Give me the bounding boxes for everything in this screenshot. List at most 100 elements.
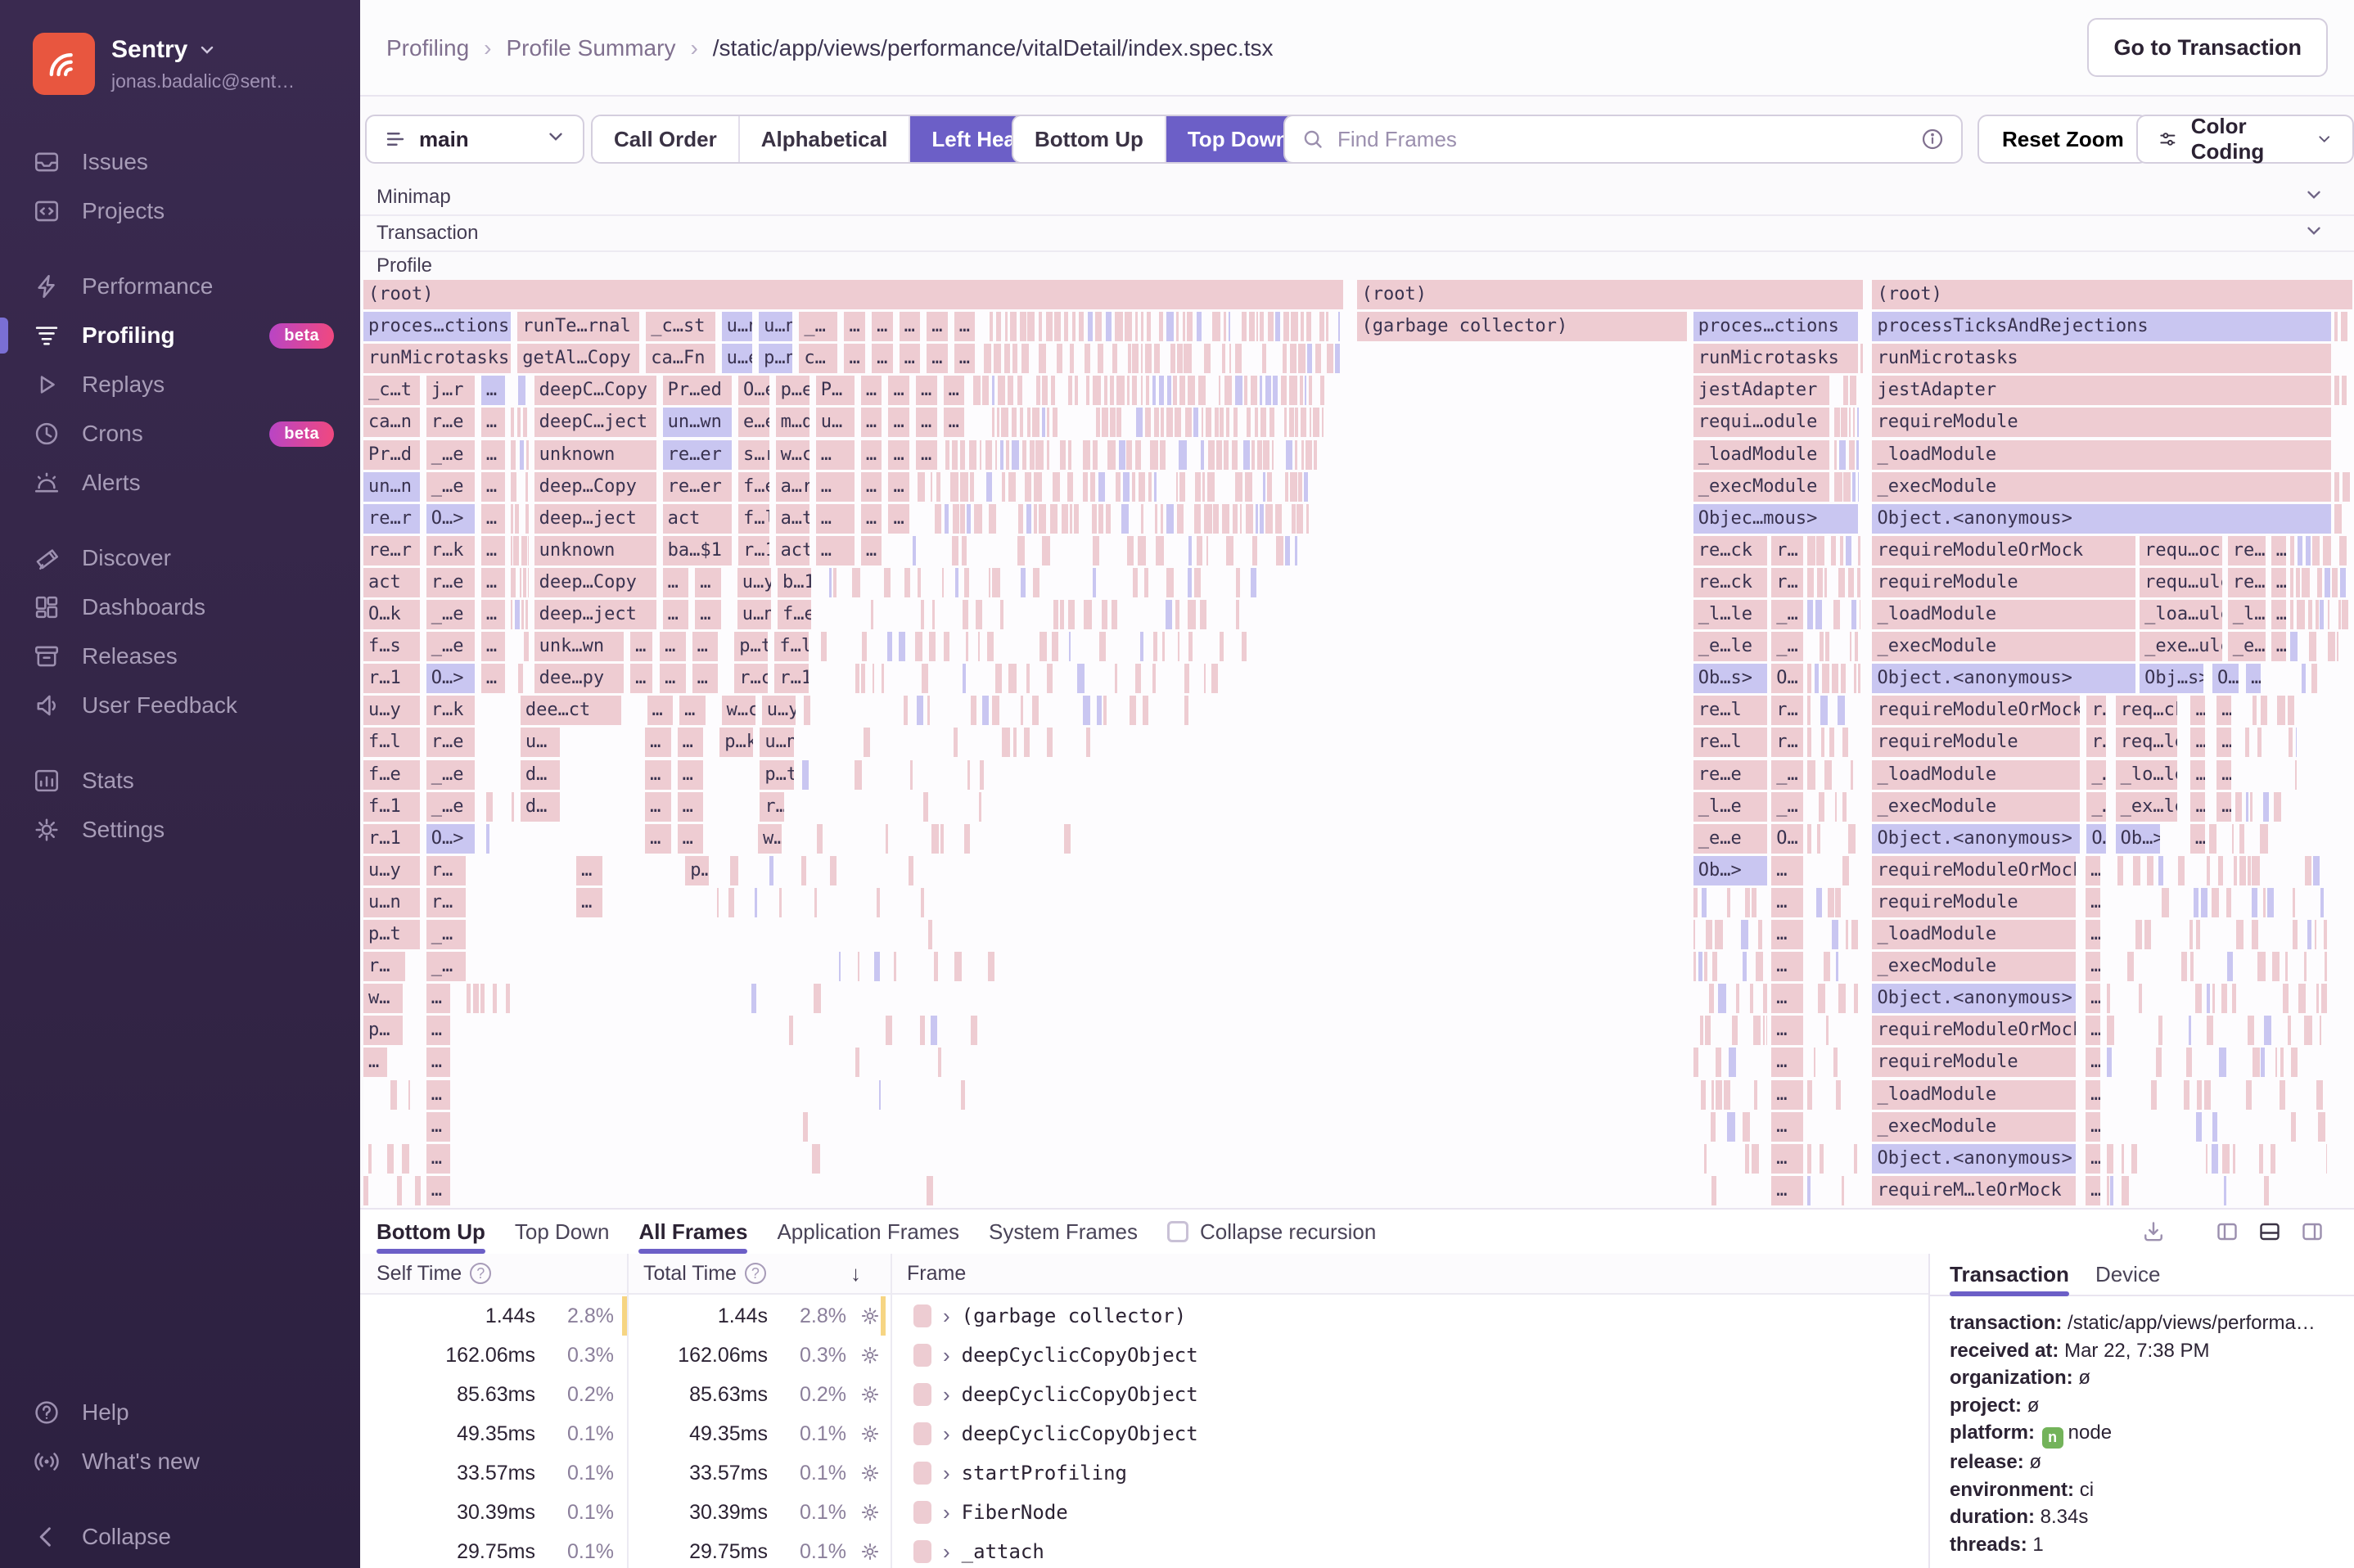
flame-frame[interactable]: _execModule [1872,792,2080,822]
flame-frame[interactable]: _…e [426,600,475,629]
flame-frame[interactable]: u…y [363,856,420,885]
flame-frame[interactable]: r… [426,888,466,917]
flame-frame[interactable]: runMicrotasks [363,344,511,373]
flame-frame[interactable]: re…ck [1693,536,1767,565]
flame-frame[interactable]: … [426,1112,450,1142]
flame-frame[interactable]: _loadModule [1872,760,2080,790]
flame-frame[interactable]: … [2271,536,2286,565]
flame-frame[interactable]: jestAdapter [1693,376,1830,405]
flame-frame[interactable]: d… [521,792,560,822]
sidebar-collapse-button[interactable]: Collapse [0,1512,360,1561]
flame-frame[interactable]: u…y [737,568,771,597]
flame-frame[interactable]: … [861,440,882,470]
flame-frame[interactable]: r… [2086,696,2106,725]
flame-frame[interactable]: requireModule [1872,568,2135,597]
sidebar-item-help[interactable]: Help [0,1388,360,1437]
flame-frame[interactable]: … [916,408,937,437]
flame-frame[interactable]: _…e [426,472,475,502]
flame-frame[interactable]: … [2086,888,2100,917]
flamegraph[interactable]: (root)proces…ctionsrunTe…rnal_c…stu…nu…n… [363,280,2354,1208]
flame-frame[interactable]: … [663,600,689,629]
flame-frame[interactable]: … [954,312,976,341]
sidebar-item-performance[interactable]: Performance [0,262,360,311]
flame-frame[interactable]: … [695,568,721,597]
sidebar-item-replays[interactable]: Replays [0,360,360,409]
expand-chevron-icon[interactable]: › [943,1500,950,1525]
sidebar-item-stats[interactable]: Stats [0,756,360,805]
details-tab-transaction[interactable]: Transaction [1950,1254,2069,1295]
gear-icon[interactable] [859,1423,881,1444]
flame-frame[interactable]: … [363,1048,387,1077]
flame-frame[interactable]: O… [2086,824,2106,854]
flame-frame[interactable]: … [2086,952,2100,981]
flame-frame[interactable]: O…k [363,600,420,629]
flame-frame[interactable]: _l…le [1693,600,1767,629]
flame-frame[interactable]: _…e [426,440,475,470]
flame-frame[interactable]: … [678,824,704,854]
flame-frame[interactable]: (root) [363,280,1343,309]
flame-frame[interactable]: r…e [426,728,475,757]
flame-frame[interactable]: Obj…s> [2140,664,2203,693]
collapse-recursion-checkbox[interactable]: Collapse recursion [1167,1219,1376,1245]
flame-frame[interactable]: requireModuleOrMock [1872,536,2135,565]
flame-frame[interactable]: … [2216,792,2231,822]
flame-frame[interactable]: p…t [760,760,793,790]
flame-frame[interactable]: … [916,376,937,405]
flame-frame[interactable]: req…le [2116,728,2178,757]
flame-frame[interactable]: _… [426,952,466,981]
flame-frame[interactable]: … [2271,568,2286,597]
flame-frame[interactable]: … [426,1016,450,1045]
flame-frame[interactable]: _loadModule [1872,920,2075,949]
flame-frame[interactable]: … [2086,984,2100,1013]
flame-frame[interactable]: … [1771,1016,1803,1045]
flame-frame[interactable]: re…r [363,504,420,534]
flame-frame[interactable]: _loadModule [1872,600,2135,629]
flame-frame[interactable]: jestAdapter [1872,376,2330,405]
flame-frame[interactable]: O…> [426,664,475,693]
flame-frame[interactable]: … [2086,856,2100,885]
flame-frame[interactable]: p…e [776,376,809,405]
details-tab-device[interactable]: Device [2095,1254,2160,1295]
flame-frame[interactable]: u…e [722,344,753,373]
flame-frame[interactable]: O… [1771,664,1803,693]
tab-all-frames[interactable]: All Frames [638,1210,747,1254]
flame-frame[interactable]: … [426,1176,450,1205]
flame-frame[interactable]: requireModuleOrMock [1872,696,2080,725]
flame-frame[interactable]: Object.<anonymous> [1872,984,2075,1013]
flame-frame[interactable]: dee…py [534,664,625,693]
org-switcher[interactable]: Sentry jonas.badalic@sent… [33,33,357,95]
flame-frame[interactable]: ba…$1 [663,536,732,565]
flame-frame[interactable]: … [2190,792,2205,822]
flame-frame[interactable]: O…e [738,376,769,405]
flame-frame[interactable]: p…t [363,920,420,949]
toggle-alphabetical[interactable]: Alphabetical [738,116,909,162]
tab-system-frames[interactable]: System Frames [989,1210,1138,1254]
flame-frame[interactable]: re…ck [1693,568,1767,597]
flame-frame[interactable]: _… [1771,632,1803,661]
flame-frame[interactable]: _…e [426,632,475,661]
flame-frame[interactable]: … [861,536,882,565]
table-row[interactable]: 33.57ms0.1%33.57ms0.1%›startProfiling [360,1453,1928,1493]
table-row[interactable]: 1.44s2.8%1.44s2.8%›(garbage collector) [360,1296,1928,1336]
flame-frame[interactable]: … [576,856,602,885]
flame-frame[interactable]: … [481,504,505,534]
reset-zoom-button[interactable]: Reset Zoom [1977,115,2149,164]
flame-frame[interactable]: deep…ject [534,600,656,629]
flame-frame[interactable]: _loadModule [1872,1080,2075,1110]
flame-frame[interactable]: … [816,536,855,565]
flame-frame[interactable]: deepC…ject [534,408,656,437]
flame-frame[interactable]: … [2271,600,2286,629]
flame-frame[interactable]: … [2190,824,2205,854]
flame-frame[interactable]: … [678,760,704,790]
flame-frame[interactable]: r…1 [363,664,420,693]
flame-frame[interactable]: … [692,664,719,693]
flame-frame[interactable]: w… [363,984,403,1013]
flame-frame[interactable]: … [481,408,505,437]
column-self-time[interactable]: Self Time? [360,1254,627,1293]
flame-frame[interactable]: (root) [1872,280,2352,309]
flame-frame[interactable]: … [679,696,706,725]
flame-frame[interactable]: … [1771,1048,1803,1077]
flame-frame[interactable]: … [2190,760,2205,790]
search-input[interactable] [1337,127,1907,152]
flame-frame[interactable]: m…d [776,408,809,437]
